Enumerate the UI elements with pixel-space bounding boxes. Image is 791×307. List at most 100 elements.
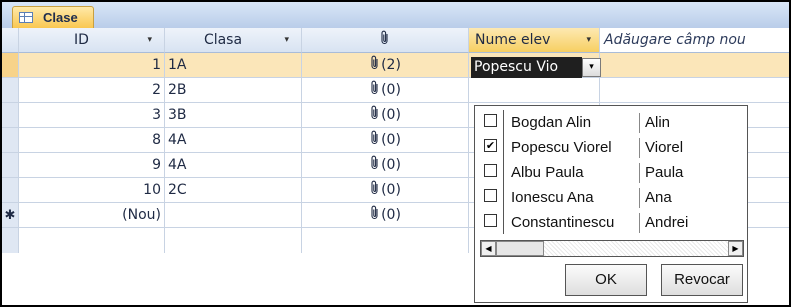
row-selector[interactable] [2, 128, 19, 153]
column-header-nume-elev[interactable]: Nume elev ▾ [469, 28, 600, 53]
student-name: Constantinescu [511, 214, 615, 231]
list-item[interactable]: Ionescu Ana Ana [475, 185, 741, 210]
column-header-clasa[interactable]: Clasa ▾ [165, 28, 302, 53]
column-divider [639, 188, 640, 208]
nume-elev-combo[interactable]: Popescu Vio ▾ [471, 57, 611, 78]
horizontal-scrollbar[interactable]: ◀ ▶ [480, 240, 744, 257]
attachment-count: (0) [381, 182, 401, 198]
student-name: Bogdan Alin [511, 114, 592, 131]
table-row[interactable]: 1 1A (2) [2, 53, 789, 78]
student-first-name: Viorel [645, 139, 684, 156]
cell-new-field[interactable] [600, 78, 789, 103]
cell-clasa[interactable]: 3B [165, 103, 302, 128]
scrollbar-thumb[interactable] [496, 241, 544, 256]
blank-cell [19, 228, 165, 253]
column-divider [639, 163, 640, 183]
cell-attachment[interactable]: (0) [302, 153, 469, 178]
cell-attachment[interactable]: (0) [302, 128, 469, 153]
column-divider [639, 113, 640, 133]
cell-id[interactable]: 10 [19, 178, 165, 203]
row-selector[interactable] [2, 53, 19, 78]
combo-value[interactable]: Popescu Vio [471, 57, 582, 78]
student-name: Ionescu Ana [511, 189, 594, 206]
cell-attachment[interactable]: (2) [302, 53, 469, 78]
cell-clasa[interactable]: 4A [165, 153, 302, 178]
header-row: ID ▾ Clasa ▾ Nume elev ▾ Adăugare câmp n… [2, 28, 789, 53]
checkbox[interactable] [484, 189, 497, 202]
chevron-down-icon[interactable]: ▾ [582, 58, 601, 77]
student-name: Popescu Viorel [511, 139, 612, 156]
sort-dropdown-icon[interactable]: ▾ [147, 28, 152, 52]
paperclip-icon [369, 155, 381, 173]
cell-clasa[interactable]: 2B [165, 78, 302, 103]
cell-id[interactable]: 8 [19, 128, 165, 153]
student-first-name: Andrei [645, 214, 689, 231]
new-record-marker: ✱ [2, 203, 19, 228]
scroll-left-icon[interactable]: ◀ [481, 241, 496, 256]
student-first-name: Paula [645, 164, 684, 181]
list-item[interactable]: ✔ Popescu Viorel Viorel [475, 135, 741, 160]
row-selector[interactable] [2, 103, 19, 128]
column-header-id[interactable]: ID ▾ [19, 28, 165, 53]
list-item[interactable]: Constantinescu Andrei [475, 210, 741, 235]
ok-button[interactable]: OK [565, 264, 647, 296]
checkbox[interactable] [484, 214, 497, 227]
cell-clasa[interactable]: 1A [165, 53, 302, 78]
checkbox[interactable] [484, 114, 497, 127]
checkbox[interactable] [484, 164, 497, 177]
attachment-count: (0) [381, 157, 401, 173]
cell-attachment[interactable]: (0) [302, 103, 469, 128]
scroll-right-icon[interactable]: ▶ [728, 241, 743, 256]
column-header-attachment[interactable] [302, 28, 469, 53]
attachment-count: (0) [381, 82, 401, 98]
student-first-name: Alin [645, 114, 671, 131]
column-divider [639, 138, 640, 158]
attachment-count: (2) [381, 57, 401, 73]
paperclip-icon [369, 55, 381, 73]
cell-id[interactable]: 9 [19, 153, 165, 178]
blank-cell [165, 228, 302, 253]
cancel-button[interactable]: Revocar [661, 264, 743, 296]
attachment-count: (0) [381, 132, 401, 148]
cell-clasa[interactable]: 2C [165, 178, 302, 203]
table-icon [19, 12, 33, 23]
sort-dropdown-icon[interactable]: ▾ [586, 28, 591, 52]
cell-attachment[interactable]: (0) [302, 178, 469, 203]
tab-clase[interactable]: Clase [12, 6, 94, 29]
paperclip-icon [369, 205, 381, 223]
row-selector-blank [2, 228, 19, 253]
row-selector[interactable] [2, 78, 19, 103]
select-all-corner[interactable] [2, 28, 19, 53]
row-selector[interactable] [2, 178, 19, 203]
cell-id[interactable]: 1 [19, 53, 165, 78]
datasheet-window: Clase ID ▾ Clasa ▾ Nume elev ▾ Adăugare … [0, 0, 791, 307]
table-row[interactable]: 2 2B (0) [2, 78, 789, 103]
list-item[interactable]: Albu Paula Paula [475, 160, 741, 185]
row-selector[interactable] [2, 153, 19, 178]
cell-clasa[interactable]: 4A [165, 128, 302, 153]
cell-attachment[interactable]: (0) [302, 78, 469, 103]
tab-strip: Clase [2, 2, 789, 29]
column-divider [639, 213, 640, 233]
blank-cell [302, 228, 469, 253]
paperclip-icon [369, 180, 381, 198]
sort-dropdown-icon[interactable]: ▾ [284, 28, 289, 52]
student-name: Albu Paula [511, 164, 584, 181]
cell-new-field[interactable] [600, 53, 789, 78]
attachment-count: (0) [381, 107, 401, 123]
paperclip-icon [369, 80, 381, 98]
cell-nume-elev[interactable] [469, 78, 600, 103]
attachment-count: (0) [381, 207, 401, 223]
tab-label: Clase [43, 10, 78, 25]
add-new-field-header[interactable]: Adăugare câmp nou [600, 28, 789, 53]
cell-id-new[interactable]: (Nou) [19, 203, 165, 228]
column-header-nume-elev-label: Nume elev [475, 32, 551, 48]
paperclip-icon [369, 105, 381, 123]
checkbox[interactable]: ✔ [484, 139, 497, 152]
cell-attachment[interactable]: (0) [302, 203, 469, 228]
cell-id[interactable]: 2 [19, 78, 165, 103]
multivalue-dropdown: Bogdan Alin Alin ✔ Popescu Viorel Viorel Albu… [474, 105, 748, 303]
list-item[interactable]: Bogdan Alin Alin [475, 110, 741, 135]
cell-id[interactable]: 3 [19, 103, 165, 128]
cell-clasa[interactable] [165, 203, 302, 228]
